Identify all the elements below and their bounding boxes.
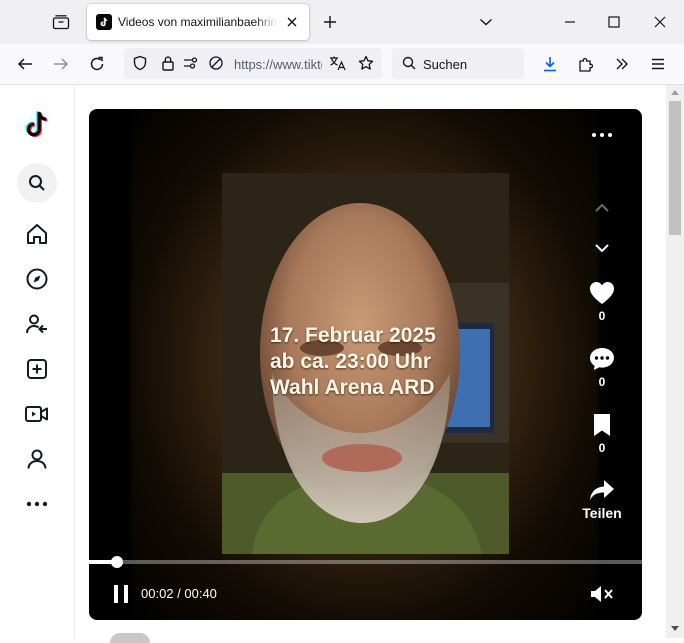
comment-count: 0 <box>598 375 606 389</box>
like-count: 0 <box>598 309 606 323</box>
back-arrow-icon[interactable] <box>13 52 37 76</box>
share-label: Teilen <box>582 505 622 521</box>
overlay-line-1: 17. Februar 2025 <box>270 324 436 347</box>
comment-icon <box>590 348 614 370</box>
video-overlay-text: 17. Februar 2025 ab ca. 23:00 Uhr Wahl A… <box>270 323 470 401</box>
search-icon <box>29 175 45 191</box>
download-icon[interactable] <box>538 52 562 76</box>
star-icon[interactable] <box>354 51 378 75</box>
permissions-icon[interactable] <box>180 51 204 75</box>
reload-icon[interactable] <box>85 52 109 76</box>
scroll-thumb[interactable] <box>669 101 681 235</box>
navigation-toolbar: https://www.tiktok.com Suchen <box>0 44 684 85</box>
sidebar-search-button[interactable] <box>17 163 57 203</box>
video-player[interactable]: 17. Februar 2025 ab ca. 23:00 Uhr Wahl A… <box>89 109 642 620</box>
home-icon[interactable] <box>19 216 55 252</box>
following-icon[interactable] <box>19 306 55 342</box>
overlay-line-2: ab ca. 23:00 Uhr <box>270 350 432 373</box>
bookmark-icon <box>594 414 610 436</box>
window-close-icon[interactable] <box>646 10 674 34</box>
search-placeholder: Suchen <box>423 57 468 72</box>
share-arrow-icon <box>590 480 614 500</box>
search-bar[interactable]: Suchen <box>392 48 524 79</box>
more-dots-icon[interactable] <box>19 486 55 522</box>
maximize-icon[interactable] <box>600 10 628 34</box>
plus-square-icon[interactable] <box>19 351 55 387</box>
playback-time: 00:02 / 00:40 <box>141 586 217 601</box>
chevron-down-icon <box>595 244 609 253</box>
profile-icon[interactable] <box>19 441 55 477</box>
tiktok-icon <box>96 14 112 30</box>
tab-list-icon[interactable] <box>48 10 74 34</box>
shield-icon[interactable] <box>128 51 152 75</box>
like-button[interactable]: 0 <box>576 281 628 323</box>
chevron-up-icon <box>595 203 609 212</box>
tab-bar: Videos von maximilianbaehring <box>0 0 684 44</box>
more-options-icon[interactable] <box>589 125 615 145</box>
tiktok-sidebar <box>0 85 75 638</box>
compass-icon[interactable] <box>19 261 55 297</box>
next-item-avatar[interactable] <box>110 633 150 643</box>
next-video-button[interactable] <box>576 243 628 253</box>
tab-title: Videos von maximilianbaehring <box>118 15 278 29</box>
save-count: 0 <box>598 441 606 455</box>
close-icon[interactable] <box>283 13 301 31</box>
plus-icon[interactable] <box>320 12 340 32</box>
chevron-down-icon[interactable] <box>476 12 496 32</box>
browser-tab[interactable]: Videos von maximilianbaehring <box>87 4 309 40</box>
tiktok-logo-icon[interactable] <box>19 107 55 143</box>
live-video-icon[interactable] <box>19 396 55 432</box>
puzzle-icon[interactable] <box>574 52 598 76</box>
page-content: 17. Februar 2025 ab ca. 23:00 Uhr Wahl A… <box>0 85 684 643</box>
url-text[interactable]: https://www.tiktok.com <box>234 57 322 72</box>
search-icon <box>397 51 421 75</box>
scroll-up-icon[interactable] <box>670 87 680 97</box>
hamburger-icon[interactable] <box>646 52 670 76</box>
url-bar[interactable]: https://www.tiktok.com <box>124 48 382 79</box>
comment-button[interactable]: 0 <box>576 347 628 389</box>
minimize-icon[interactable] <box>556 10 584 34</box>
overlay-line-3: Wahl Arena ARD <box>270 376 435 399</box>
save-button[interactable]: 0 <box>576 413 628 455</box>
progress-bar[interactable] <box>89 556 642 568</box>
lock-icon[interactable] <box>156 51 180 75</box>
page-scrollbar[interactable] <box>666 85 684 638</box>
scroll-down-icon[interactable] <box>670 623 680 633</box>
translate-icon[interactable] <box>326 51 350 75</box>
tracking-blocked-icon[interactable] <box>204 51 228 75</box>
heart-icon <box>590 282 614 304</box>
share-button[interactable]: Teilen <box>576 479 628 521</box>
muted-speaker-icon[interactable] <box>589 582 615 606</box>
progress-knob[interactable] <box>110 556 123 568</box>
previous-video-button[interactable] <box>576 203 628 213</box>
double-chevron-icon[interactable] <box>610 52 634 76</box>
video-frame[interactable]: 17. Februar 2025 ab ca. 23:00 Uhr Wahl A… <box>222 173 509 554</box>
forward-arrow-icon[interactable] <box>49 52 73 76</box>
pause-icon[interactable] <box>111 583 131 605</box>
